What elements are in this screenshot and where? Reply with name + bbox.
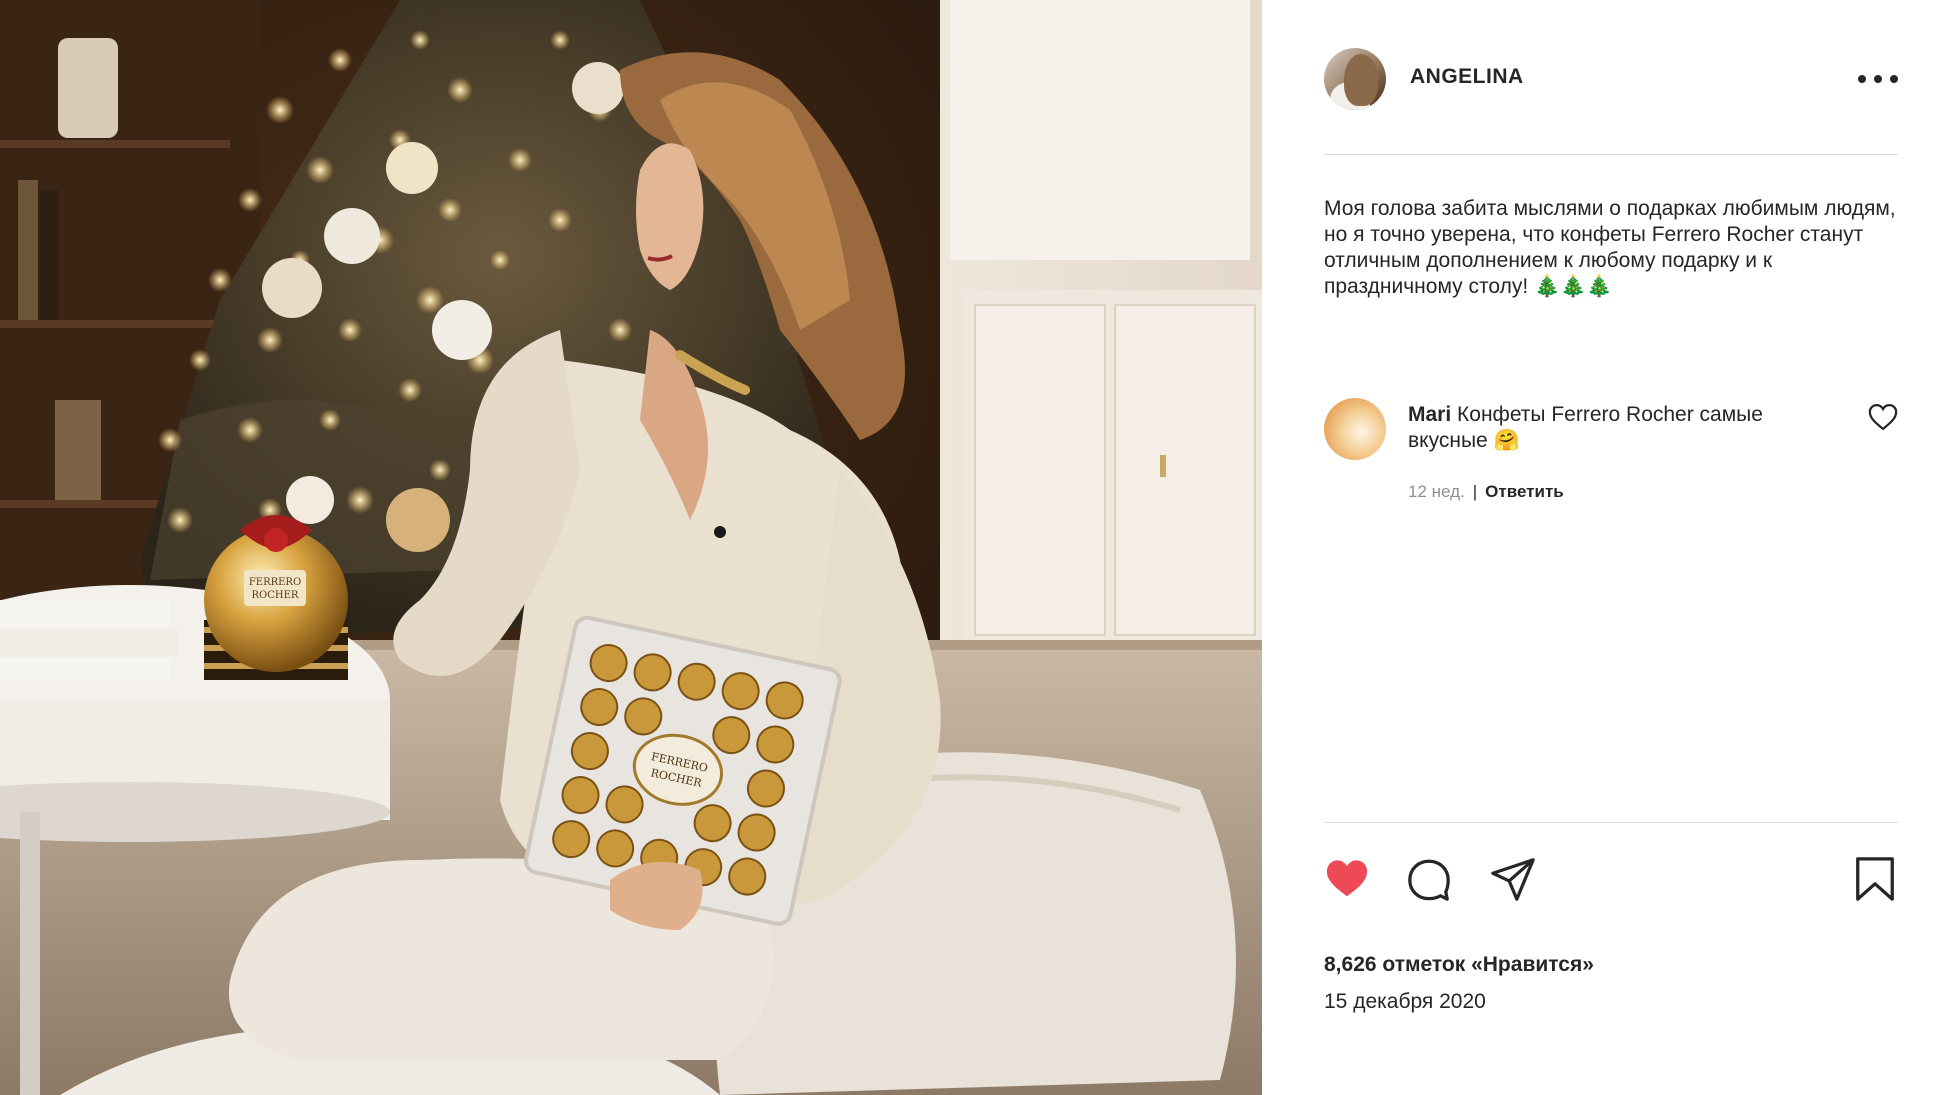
heart-filled-icon (1326, 860, 1368, 897)
comment-text: Конфеты Ferrero Rocher самые вкусные 🤗 (1408, 403, 1763, 452)
post-date: 15 декабря 2020 (1324, 990, 1486, 1013)
comment-item: Mari Конфеты Ferrero Rocher самые вкусны… (1324, 398, 1898, 508)
likes-count[interactable]: 8,626 отметок «Нравится» (1324, 953, 1594, 977)
ellipsis-icon (1858, 75, 1866, 83)
author-username[interactable]: ANGELINA (1410, 65, 1524, 89)
post-header: ANGELINA (1324, 48, 1898, 110)
author-avatar[interactable] (1324, 48, 1386, 110)
share-button[interactable] (1490, 856, 1536, 902)
heart-outline-icon (1868, 403, 1898, 431)
comment-button[interactable] (1406, 856, 1452, 902)
paper-plane-icon (1491, 858, 1535, 901)
post-actions-bar (1324, 856, 1898, 904)
comment-time: 12 нед. (1408, 482, 1465, 501)
actions-divider (1324, 822, 1898, 823)
photo-illustration: FERRERO ROCHER FERRERO ROCHER (0, 0, 1262, 1095)
reply-button[interactable]: Ответить (1485, 482, 1564, 501)
ball-label-line2: ROCHER (252, 590, 299, 601)
post-details-panel: ANGELINA Моя голова забита мыслями о под… (1262, 0, 1950, 1095)
like-button[interactable] (1324, 856, 1370, 902)
save-button[interactable] (1852, 856, 1898, 902)
bookmark-icon (1856, 857, 1894, 901)
comment-meta: 12 нед. | Ответить (1408, 482, 1564, 501)
more-options-button[interactable] (1858, 66, 1898, 92)
comment-body: Mari Конфеты Ferrero Rocher самые вкусны… (1408, 402, 1828, 454)
header-divider (1324, 154, 1898, 155)
speech-bubble-icon (1408, 859, 1450, 901)
commenter-avatar[interactable] (1324, 398, 1386, 460)
comment-like-button[interactable] (1868, 403, 1898, 431)
commenter-username[interactable]: Mari (1408, 403, 1451, 426)
post-photo[interactable]: FERRERO ROCHER FERRERO ROCHER (0, 0, 1262, 1095)
post-caption: Моя голова забита мыслями о подарках люб… (1324, 197, 1896, 298)
ball-label-line1: FERRERO (249, 577, 301, 588)
